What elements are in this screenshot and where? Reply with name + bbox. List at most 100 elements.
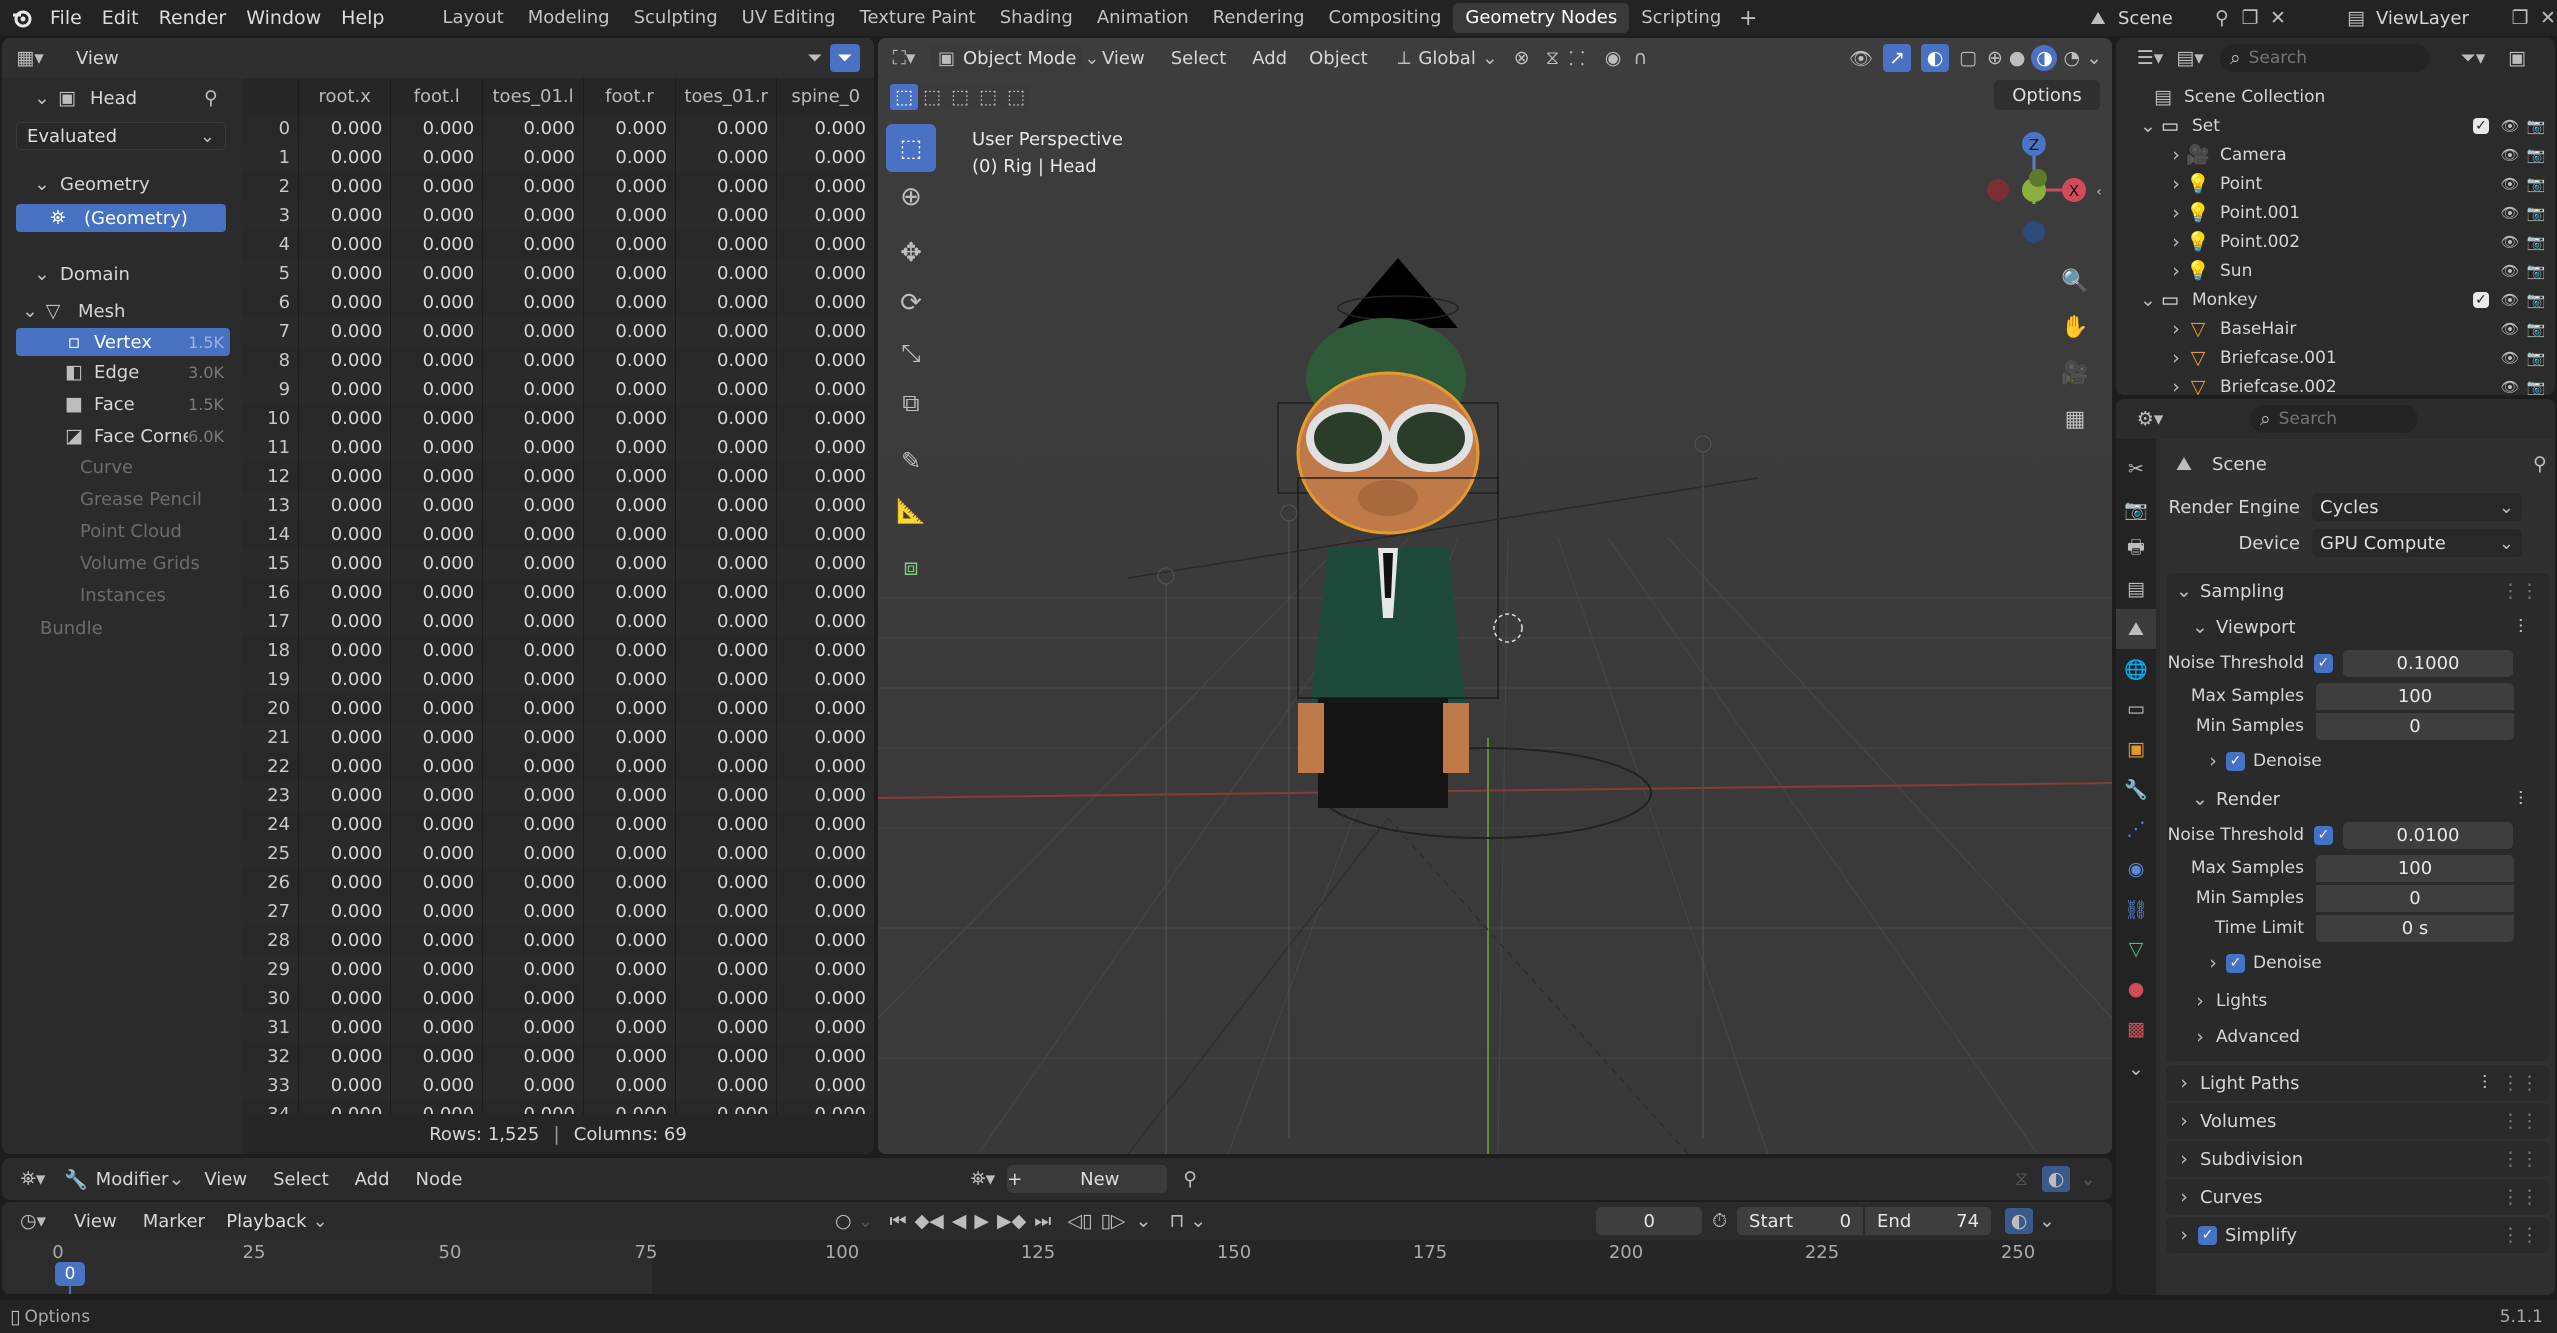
menu-edit[interactable]: Edit bbox=[92, 7, 149, 29]
chevron-down-icon[interactable]: ⌄ bbox=[2080, 1168, 2096, 1190]
data-tab-icon[interactable]: ▽ bbox=[2116, 929, 2156, 969]
pin-icon[interactable]: ⚲ bbox=[2525, 453, 2555, 475]
tab-sculpting[interactable]: Sculpting bbox=[622, 3, 730, 33]
drag-handle-icon[interactable]: ⋮⋮ bbox=[2501, 580, 2539, 602]
viewport-max-samples-field[interactable]: 100 bbox=[2316, 682, 2514, 710]
editor-type-icon[interactable]: ⛶▾ bbox=[884, 47, 924, 69]
filter-toggle-icon[interactable]: ⏷ bbox=[830, 44, 860, 72]
outliner-item[interactable]: › ▽ Briefcase.002 👁 📷 bbox=[2116, 372, 2555, 396]
camera-view-icon[interactable]: 🎥 bbox=[2052, 350, 2098, 396]
properties-search[interactable]: ⌕ bbox=[2250, 405, 2418, 433]
outliner-item[interactable]: › 💡 Point 👁 📷 bbox=[2116, 169, 2555, 198]
zoom-icon[interactable]: 🔍 bbox=[2052, 258, 2098, 304]
viewport-denoise-row[interactable]: › ✓ Denoise bbox=[2166, 741, 2549, 781]
editor-type-icon[interactable]: ◷▾ bbox=[12, 1210, 54, 1232]
viewport-menu-view[interactable]: View bbox=[1102, 48, 1145, 69]
subdivision-panel[interactable]: › Subdivision ⋮⋮ bbox=[2166, 1141, 2549, 1177]
viewport-noise-threshold-checkbox[interactable]: ✓ bbox=[2314, 653, 2333, 673]
sidebar-toggle-icon[interactable]: ‹ bbox=[2090, 184, 2108, 200]
playback-dropdown[interactable]: Playback ⌄ bbox=[226, 1207, 328, 1235]
eye-icon[interactable]: 👁 bbox=[2497, 291, 2523, 309]
column-header[interactable]: foot.l bbox=[390, 78, 483, 114]
drag-handle-icon[interactable]: ⋮⋮ bbox=[2501, 1148, 2539, 1170]
eye-icon[interactable]: 👁 bbox=[2497, 146, 2523, 164]
editor-type-icon[interactable]: ☰▾ bbox=[2130, 47, 2170, 69]
playhead[interactable]: 0 bbox=[55, 1262, 85, 1286]
chevron-down-icon[interactable]: ⌄ bbox=[1136, 1210, 1152, 1232]
domain-face-corner[interactable]: ◪ Face Corner 6.0K bbox=[16, 420, 230, 452]
jump-start-icon[interactable]: ⏮ bbox=[889, 1210, 906, 1232]
outliner-item[interactable]: › 💡 Sun 👁 📷 bbox=[2116, 256, 2555, 285]
drag-handle-icon[interactable]: ⋮⋮ bbox=[2501, 1224, 2539, 1246]
play-reverse-icon[interactable]: ◀ bbox=[952, 1210, 967, 1232]
tab-uv-editing[interactable]: UV Editing bbox=[730, 3, 848, 33]
chevron-down-icon[interactable]: ⌄ bbox=[2138, 115, 2158, 137]
physics-tab-icon[interactable]: ◉ bbox=[2116, 849, 2156, 889]
select-box-tool-icon[interactable]: ⬚ bbox=[886, 124, 936, 172]
view-layer-name[interactable]: ViewLayer bbox=[2376, 8, 2506, 29]
chevron-down-icon[interactable]: ⌄ bbox=[2116, 1049, 2156, 1089]
material-tab-icon[interactable]: ● bbox=[2116, 969, 2156, 1009]
menu-file[interactable]: File bbox=[40, 7, 92, 29]
tab-animation[interactable]: Animation bbox=[1085, 3, 1201, 33]
type-grease-pencil[interactable]: Grease Pencil bbox=[80, 484, 240, 516]
mesh-label[interactable]: Mesh bbox=[78, 301, 125, 322]
timeline-menu-marker[interactable]: Marker bbox=[143, 1211, 205, 1232]
add-workspace-icon[interactable]: + bbox=[1733, 6, 1763, 31]
chevron-down-icon[interactable]: ⌄ bbox=[32, 173, 52, 195]
render-camera-icon[interactable]: 📷 bbox=[2523, 146, 2549, 164]
tab-shading[interactable]: Shading bbox=[988, 3, 1085, 33]
tab-rendering[interactable]: Rendering bbox=[1201, 3, 1317, 33]
viewport-denoise-checkbox[interactable]: ✓ bbox=[2226, 751, 2245, 771]
object-name[interactable]: Head bbox=[90, 88, 137, 109]
modifier-wrench-icon[interactable]: 🔧 bbox=[64, 1168, 88, 1191]
chevron-down-icon[interactable]: ⌄ bbox=[2138, 289, 2158, 311]
viewport-noise-threshold-field[interactable]: 0.1000 bbox=[2343, 649, 2513, 677]
pin-icon[interactable]: ⚲ bbox=[1183, 1168, 1197, 1190]
view-layer-icon[interactable]: ▤ bbox=[2336, 7, 2376, 29]
eye-icon[interactable]: 👁 bbox=[2497, 175, 2523, 193]
keying-set-icon[interactable]: ⊓ bbox=[1169, 1210, 1184, 1232]
domain-vertex[interactable]: ▫ Vertex 1.5K bbox=[16, 328, 230, 356]
render-tab-icon[interactable]: 📷 bbox=[2116, 489, 2156, 529]
editor-type-icon[interactable]: ▦▾ bbox=[10, 47, 50, 69]
rotate-tool-icon[interactable]: ⟳ bbox=[886, 278, 936, 328]
object-tab-icon[interactable]: ▣ bbox=[2116, 729, 2156, 769]
snap-icon[interactable]: ⧖ bbox=[1546, 47, 1559, 69]
viewport-menu-select[interactable]: Select bbox=[1171, 48, 1227, 69]
modifier-tab-icon[interactable]: 🔧 bbox=[2116, 769, 2156, 809]
visibility-icon[interactable]: 👁 bbox=[1849, 47, 1873, 70]
menu-window[interactable]: Window bbox=[236, 7, 331, 29]
chevron-right-icon[interactable]: › bbox=[2166, 347, 2186, 369]
delete-view-layer-icon[interactable]: ✕ bbox=[2534, 7, 2557, 29]
advanced-subpanel[interactable]: › Advanced bbox=[2166, 1019, 2549, 1055]
render-camera-icon[interactable]: 📷 bbox=[2523, 204, 2549, 222]
render-noise-threshold-field[interactable]: 0.0100 bbox=[2343, 821, 2513, 849]
pan-hand-icon[interactable]: ✋ bbox=[2052, 304, 2098, 350]
chevron-down-icon[interactable]: ⌄ bbox=[32, 263, 52, 285]
eye-icon[interactable]: 👁 bbox=[2497, 378, 2523, 396]
chevron-down-icon[interactable]: ⌄ bbox=[20, 300, 40, 322]
shading-rendered-icon[interactable]: ◔ bbox=[2063, 47, 2080, 69]
mode-dropdown[interactable]: ▣ Object Mode ⌄ bbox=[930, 44, 1100, 72]
chevron-right-icon[interactable]: › bbox=[2166, 173, 2186, 195]
render-max-samples-field[interactable]: 100 bbox=[2316, 854, 2514, 882]
sampling-header[interactable]: ⌄ Sampling ⋮⋮ bbox=[2166, 573, 2549, 609]
viewport-min-samples-field[interactable]: 0 bbox=[2316, 712, 2514, 740]
collection-checkbox[interactable]: ✓ bbox=[2473, 291, 2489, 308]
tab-layout[interactable]: Layout bbox=[431, 3, 516, 33]
xray-icon[interactable]: ▢ bbox=[1959, 47, 1977, 69]
ortho-grid-icon[interactable]: ▦ bbox=[2052, 396, 2098, 442]
viewport-menu-add[interactable]: Add bbox=[1252, 48, 1287, 69]
outliner-item[interactable]: › ▽ BaseHair 👁 📷 bbox=[2116, 314, 2555, 343]
drag-handle-icon[interactable]: ⋮⋮ bbox=[2501, 1110, 2539, 1132]
stopwatch-icon[interactable]: ⏱ bbox=[1712, 1210, 1727, 1232]
3d-viewport[interactable]: ⛶▾ ▣ Object Mode ⌄ View Select Add Objec… bbox=[878, 38, 2112, 1154]
column-header[interactable]: foot.r bbox=[583, 78, 676, 114]
render-engine-dropdown[interactable]: Cycles ⌄ bbox=[2312, 493, 2522, 521]
overlays-icon[interactable]: ◐ bbox=[1921, 44, 1950, 72]
geometry-item[interactable]: ⛯ (Geometry) bbox=[16, 204, 226, 232]
falloff-icon[interactable]: ∩ bbox=[1633, 47, 1647, 69]
add-cube-tool-icon[interactable]: ⧈ bbox=[886, 542, 936, 592]
pivot-icon[interactable]: ⊗ bbox=[1514, 47, 1530, 69]
